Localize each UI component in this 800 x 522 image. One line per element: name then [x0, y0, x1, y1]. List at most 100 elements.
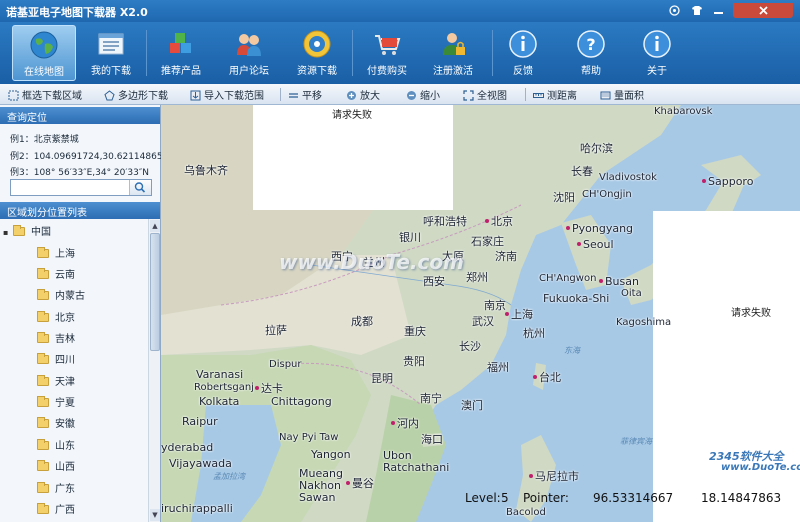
- city-label: 上海: [505, 306, 533, 322]
- tree-item[interactable]: 北京: [37, 309, 75, 327]
- tool-import-range[interactable]: 导入下载范围: [190, 87, 264, 102]
- tree-item[interactable]: 广东: [37, 480, 75, 498]
- city-label: Vijayawada: [169, 457, 232, 470]
- tool-measure-area[interactable]: 量面积: [600, 87, 644, 102]
- tool-zoom-in[interactable]: 放大: [346, 87, 380, 102]
- query-example-1: 例1：北京紫禁城: [10, 135, 79, 145]
- tree-item-label: 广东: [55, 484, 75, 495]
- pointer-label: Pointer:: [523, 491, 569, 505]
- folder-icon: [37, 332, 49, 343]
- scroll-thumb[interactable]: [150, 233, 160, 351]
- city-label: Raipur: [182, 415, 218, 428]
- city-label: Fukuoka-Shi: [543, 292, 610, 305]
- tree-item-label: 山西: [55, 462, 75, 473]
- folder-icon: [37, 247, 49, 258]
- tree-item[interactable]: 山西: [37, 458, 75, 476]
- folder-icon: [37, 396, 49, 407]
- tool-measure-distance[interactable]: 测距离: [533, 87, 577, 102]
- city-label: 长沙: [459, 340, 481, 353]
- select-icon: [8, 90, 19, 101]
- toolbar-feedback-button[interactable]: 反馈: [500, 25, 546, 81]
- info-icon: [643, 30, 671, 58]
- tool-polygon[interactable]: 多边形下载: [104, 87, 168, 102]
- window-title: 诺基亚电子地图下载器 X2.0: [6, 6, 148, 19]
- toolbar-register-button[interactable]: 注册激活: [428, 25, 478, 81]
- toolbar-label: 帮助: [581, 66, 601, 77]
- city-label: CH'Angwon: [539, 273, 597, 284]
- city-label: 郑州: [466, 271, 488, 284]
- scroll-up-icon[interactable]: ▲: [150, 220, 160, 232]
- city-label: iruchirappalli: [161, 502, 233, 515]
- search-input[interactable]: [11, 180, 129, 195]
- search-button[interactable]: [129, 180, 151, 195]
- toolbar-my-downloads-button[interactable]: 我的下载: [86, 25, 136, 81]
- folder-icon: [13, 225, 25, 236]
- city-label: 西安: [423, 275, 445, 288]
- toolbar-label: 关于: [647, 66, 667, 77]
- city-label: 银川: [399, 231, 421, 244]
- city-label: 澳门: [461, 399, 483, 412]
- city-label: 福州: [487, 361, 509, 374]
- target-icon[interactable]: [666, 3, 683, 18]
- tree-root-china[interactable]: ▪ 中国: [3, 223, 51, 241]
- toolbar-about-button[interactable]: 关于: [634, 25, 680, 81]
- sea-label: 菲律宾海: [620, 437, 652, 446]
- scroll-down-icon[interactable]: ▼: [150, 509, 160, 521]
- disc-icon: [303, 30, 331, 58]
- tree-item[interactable]: 山东: [37, 437, 75, 455]
- watermark: www.DuoTe.com: [279, 250, 464, 274]
- toolbar-recommended-button[interactable]: 推荐产品: [156, 25, 206, 81]
- tree-item[interactable]: 吉林: [37, 330, 75, 348]
- tree-item[interactable]: 云南: [37, 266, 75, 284]
- toolbar-label: 在线地图: [24, 67, 64, 78]
- toolbar-online-map-button[interactable]: 在线地图: [12, 25, 76, 81]
- region-scrollbar[interactable]: ▲ ▼: [148, 219, 160, 522]
- collapse-icon[interactable]: ▪: [3, 228, 13, 237]
- tree-root-label: 中国: [31, 227, 51, 238]
- city-label: 沈阳: [553, 191, 575, 204]
- tree-item[interactable]: 安徽: [37, 415, 75, 433]
- tree-item[interactable]: 宁夏: [37, 394, 75, 412]
- tree-item[interactable]: 广西: [37, 501, 75, 519]
- toolbar-forum-button[interactable]: 用户论坛: [224, 25, 274, 81]
- tool-label: 缩小: [420, 91, 440, 102]
- tree-item[interactable]: 上海: [37, 245, 75, 263]
- tool-select-area[interactable]: 框选下载区域: [8, 87, 82, 102]
- toolbar-label: 反馈: [513, 66, 533, 77]
- city-label: Sapporo: [702, 175, 753, 188]
- city-label: CH'Ongjin: [582, 189, 632, 200]
- toolbar-help-button[interactable]: ? 帮助: [568, 25, 614, 81]
- tool-pan[interactable]: 平移: [288, 87, 322, 102]
- city-label: 长春: [571, 165, 593, 178]
- city-label: 济南: [495, 250, 517, 263]
- folder-icon: [37, 353, 49, 364]
- tool-label: 量面积: [614, 91, 644, 102]
- tree-item[interactable]: 天津: [37, 373, 75, 391]
- tool-label: 框选下载区域: [22, 91, 82, 102]
- map-view[interactable]: 请求失败 请求失败 东海 孟加拉湾 菲律宾海 Khabarovsk 哈尔滨 长春…: [161, 105, 800, 522]
- shirt-icon[interactable]: [688, 3, 705, 18]
- tree-item-label: 内蒙古: [55, 291, 85, 302]
- folder-icon: [37, 289, 49, 300]
- city-label: 台北: [533, 369, 561, 385]
- tool-full-view[interactable]: 全视图: [463, 87, 507, 102]
- tree-item[interactable]: 内蒙古: [37, 287, 85, 305]
- close-icon[interactable]: [733, 3, 793, 18]
- folder-icon: [37, 482, 49, 493]
- toolbar-resources-button[interactable]: 资源下载: [292, 25, 342, 81]
- sea-label: 孟加拉湾: [213, 472, 245, 481]
- city-label: 曼谷: [346, 475, 374, 491]
- city-label: Kolkata: [199, 395, 240, 408]
- search-box: [10, 179, 152, 196]
- city-label: 昆明: [371, 372, 393, 385]
- map-toolbar: 框选下载区域 多边形下载 导入下载范围 平移 放大 缩小 全视图 测距离 量面积: [0, 84, 800, 105]
- toolbar-purchase-button[interactable]: 付费购买: [362, 25, 412, 81]
- region-list-header: 区域划分位置列表: [0, 202, 160, 219]
- tool-zoom-out[interactable]: 缩小: [406, 87, 440, 102]
- minimize-icon[interactable]: [710, 3, 727, 18]
- tree-item[interactable]: 四川: [37, 351, 75, 369]
- folder-icon: [37, 268, 49, 279]
- tool-label: 测距离: [547, 91, 577, 102]
- city-label: Varanasi: [196, 368, 244, 381]
- folder-icon: [37, 439, 49, 450]
